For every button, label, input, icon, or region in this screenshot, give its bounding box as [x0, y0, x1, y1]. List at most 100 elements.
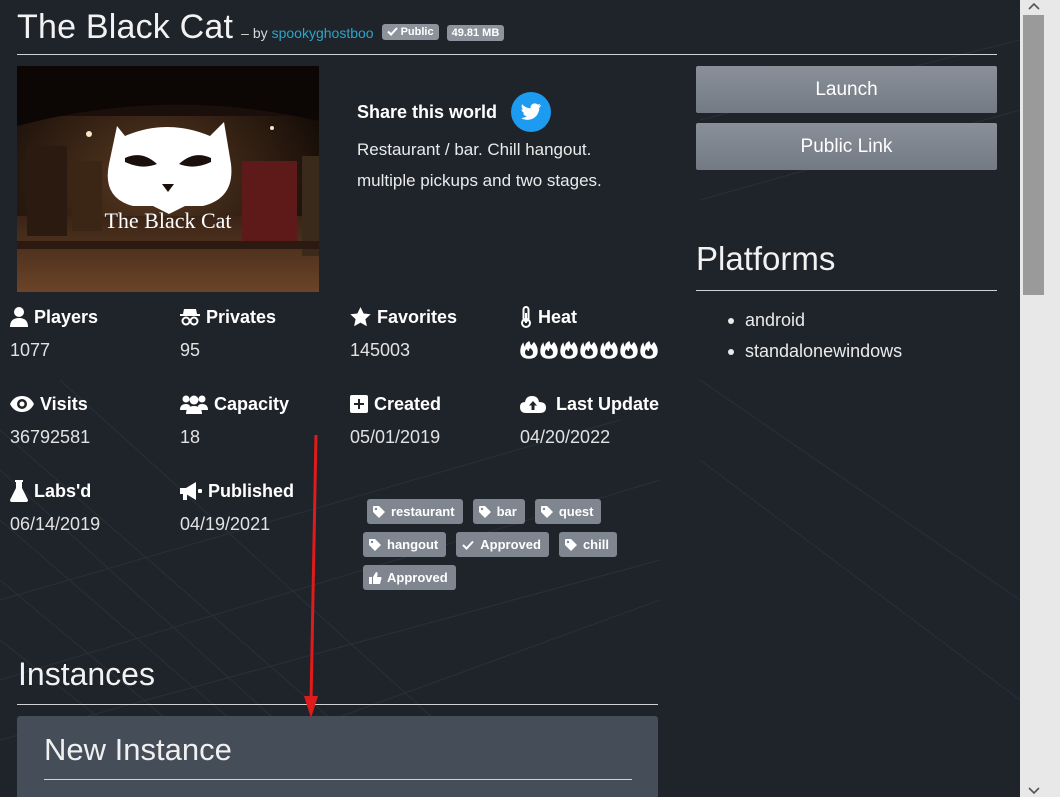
tag-label: hangout: [387, 537, 439, 552]
user-icon: [10, 307, 28, 327]
tag-row: Approved: [363, 565, 653, 590]
stat-visits: Visits 36792581: [10, 392, 90, 448]
description-line: Restaurant / bar. Chill hangout.: [357, 140, 592, 159]
launch-button[interactable]: Launch: [696, 66, 997, 113]
flame-icon: [640, 341, 658, 359]
stat-value-published: 04/19/2021: [180, 514, 271, 534]
star-icon: [350, 307, 371, 327]
public-link-button[interactable]: Public Link: [696, 123, 997, 170]
megaphone-icon: [180, 482, 202, 500]
stat-label-privates: Privates: [206, 306, 277, 327]
scrollbar[interactable]: [1020, 0, 1060, 797]
by-label: – by: [241, 25, 268, 41]
stat-value-privates: 95: [180, 340, 201, 360]
flame-icon: [520, 341, 538, 359]
world-description: Restaurant / bar. Chill hangout. multipl…: [357, 134, 657, 196]
annotation-arrow: [304, 434, 318, 718]
platforms-divider: [696, 290, 997, 291]
stat-published: Published 04/19/2021: [180, 479, 294, 535]
platforms-heading: Platforms: [696, 240, 836, 277]
author-link[interactable]: spookyghostboo: [272, 25, 374, 41]
stat-last-update: Last Update 04/20/2022: [520, 392, 659, 448]
stat-value-visits: 36792581: [10, 427, 91, 447]
cloud-upload-icon: [520, 396, 546, 413]
stat-label-heat: Heat: [538, 306, 578, 327]
twitter-icon[interactable]: [511, 92, 552, 132]
instances-heading: Instances: [18, 656, 155, 692]
size-badge: 49.81 MB: [446, 25, 505, 41]
new-instance-title: New Instance: [44, 732, 232, 767]
world-title: The Black Cat: [17, 8, 234, 46]
flame-icon: [560, 341, 578, 359]
tag-label: chill: [582, 537, 609, 552]
tag-label: Approved: [387, 570, 448, 585]
stat-label-published: Published: [208, 480, 295, 501]
stat-label-last-update: Last Update: [556, 393, 660, 414]
tag-label: quest: [558, 504, 594, 519]
tag-label: bar: [496, 504, 517, 519]
tag-label: restaurant: [391, 504, 455, 519]
tag-row: restaurant bar quest: [367, 499, 653, 524]
users-icon: [180, 395, 208, 414]
stat-players: Players 1077: [10, 305, 98, 361]
visibility-badge: Public: [381, 23, 439, 40]
thumbnail-caption: The Black Cat: [104, 208, 231, 233]
share-section: Share this world: [357, 92, 552, 132]
flask-icon: [10, 480, 28, 502]
platforms-list: android standalonewindows: [728, 305, 902, 367]
stat-value-last-update: 04/20/2022: [520, 427, 611, 447]
flame-icon: [580, 341, 598, 359]
tag-list: restaurant bar quest hangout Approved chill …: [363, 499, 653, 598]
title-divider: [17, 54, 997, 55]
tag-chip[interactable]: hangout: [363, 532, 447, 557]
share-label: Share this world: [357, 101, 498, 122]
tag-chip[interactable]: quest: [534, 499, 602, 524]
stat-label-labs: Labs'd: [34, 480, 92, 501]
tag-chip[interactable]: restaurant: [367, 499, 463, 524]
check-icon: [386, 27, 398, 36]
stat-labs: Labs'd 06/14/2019: [10, 479, 100, 535]
scroll-down-icon[interactable]: [1028, 787, 1040, 795]
tag-chip[interactable]: bar: [472, 499, 525, 524]
description-line: multiple pickups and two stages.: [357, 171, 602, 190]
new-instance-divider: [44, 779, 632, 780]
stat-privates: Privates 95: [180, 305, 276, 361]
tag-chip[interactable]: Approved: [456, 532, 549, 557]
stat-value-capacity: 18: [180, 427, 201, 447]
thermometer-icon: [521, 306, 531, 328]
stat-value-favorites: 145003: [350, 340, 411, 360]
new-instance-card[interactable]: New Instance: [17, 716, 658, 797]
incognito-icon: [180, 309, 200, 326]
stat-label-players: Players: [34, 306, 99, 327]
scrollbar-thumb[interactable]: [1023, 15, 1044, 295]
tag-icon: [478, 505, 491, 518]
thumbs-up-icon: [369, 571, 382, 584]
instances-divider: [17, 704, 658, 705]
world-header: The Black Cat – by spookyghostboo Public…: [17, 8, 505, 47]
stat-capacity: Capacity 18: [180, 392, 289, 448]
stat-value-labs: 06/14/2019: [10, 514, 101, 534]
check-icon: [462, 540, 474, 550]
world-page: The Black Cat – by spookyghostboo Public…: [0, 0, 1020, 797]
eye-icon: [10, 396, 34, 412]
stat-heat: Heat: [520, 305, 658, 359]
tag-chip[interactable]: chill: [558, 532, 617, 557]
scroll-up-icon[interactable]: [1028, 2, 1040, 10]
tag-icon: [564, 538, 577, 551]
stat-favorites: Favorites 145003: [350, 305, 457, 361]
flame-icon: [600, 341, 618, 359]
tag-label: Approved: [480, 537, 541, 552]
heat-meter: [520, 341, 658, 359]
tag-icon: [369, 538, 381, 551]
stat-label-capacity: Capacity: [214, 393, 290, 414]
tag-icon: [540, 505, 553, 518]
tag-chip[interactable]: Approved: [363, 565, 456, 590]
tag-row: hangout Approved chill: [363, 532, 653, 557]
world-thumbnail: The Black Cat: [17, 66, 319, 292]
stat-label-visits: Visits: [40, 393, 88, 414]
tag-icon: [373, 505, 385, 518]
plus-square-icon: [350, 395, 368, 413]
flame-icon: [540, 341, 558, 359]
visibility-badge-label: Public: [400, 25, 434, 38]
stat-label-favorites: Favorites: [377, 306, 458, 327]
